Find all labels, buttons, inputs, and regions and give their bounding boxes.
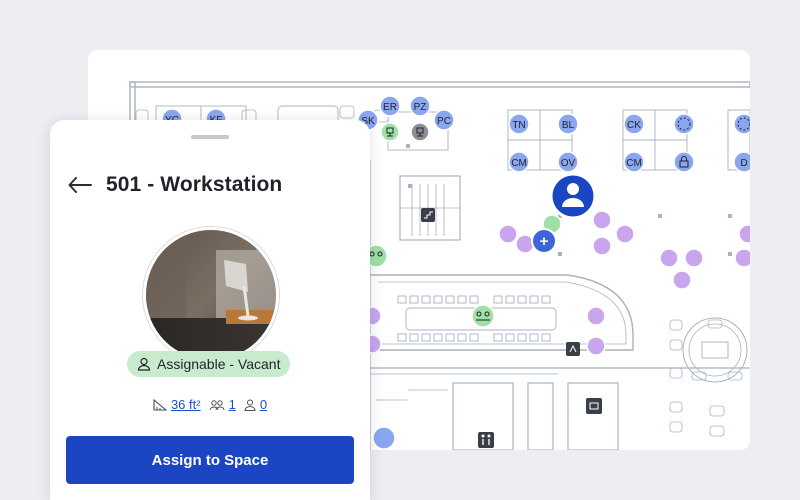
area-value[interactable]: 36 ft²	[171, 397, 201, 412]
occupants-value[interactable]: 0	[260, 397, 267, 412]
assign-to-space-button[interactable]: Assign to Space	[66, 436, 354, 484]
meeting-seat-marker[interactable]	[586, 306, 606, 326]
meeting-seat-marker[interactable]	[515, 234, 535, 254]
occupant-marker[interactable]: BL	[557, 113, 579, 135]
back-button[interactable]	[68, 172, 98, 198]
space-detail-panel: 501 - Workstation Assignable - Vacant 36…	[50, 120, 370, 500]
add-icon: +	[540, 233, 549, 250]
status-label: Assignable - Vacant	[157, 356, 281, 372]
drag-handle[interactable]	[191, 135, 229, 139]
meeting-seat-marker[interactable]	[672, 270, 692, 290]
locked-desk-marker[interactable]	[673, 151, 695, 173]
occupant-initials: D	[740, 158, 747, 169]
meeting-seat-marker[interactable]	[734, 248, 750, 268]
workstation-image	[146, 230, 276, 360]
occupant-marker[interactable]: OV	[557, 151, 579, 173]
occupant-initials: CM	[626, 158, 642, 169]
occupant-initials: BL	[562, 120, 575, 131]
meeting-seat-marker[interactable]	[592, 236, 612, 256]
occupant-initials: PC	[437, 116, 451, 127]
meeting-seat-marker[interactable]	[592, 210, 612, 230]
vacant-seat-marker[interactable]	[380, 122, 400, 142]
meeting-seat-marker[interactable]	[738, 224, 750, 244]
occupant-initials: OV	[561, 158, 576, 169]
space-photo	[143, 227, 279, 363]
occupant-marker[interactable]: CM	[508, 151, 530, 173]
arrow-left-icon	[68, 177, 92, 193]
person-icon	[244, 399, 256, 411]
occupant-initials: CM	[511, 158, 527, 169]
elevator-icon	[566, 342, 580, 356]
empty-desk-marker[interactable]	[673, 113, 695, 135]
capacity-stat: 1	[209, 397, 236, 412]
space-stats: 36 ft² 1 0	[50, 397, 370, 412]
meeting-seat-marker[interactable]	[615, 224, 635, 244]
occupant-initials: TN	[512, 120, 525, 131]
meeting-seat-marker[interactable]	[659, 248, 679, 268]
meeting-seat-marker[interactable]	[586, 336, 606, 356]
meeting-seat-marker[interactable]	[498, 224, 518, 244]
occupant-initials: CK	[627, 120, 641, 131]
meeting-room-marker[interactable]	[372, 426, 396, 450]
group-icon	[209, 399, 225, 410]
occupant-marker[interactable]: CM	[623, 151, 645, 173]
user-location-pin[interactable]	[549, 172, 597, 220]
stairs-icon	[421, 208, 435, 222]
area-icon	[153, 398, 167, 411]
occupants-stat: 0	[244, 397, 267, 412]
occupant-initials: PZ	[414, 102, 427, 113]
map-icons	[421, 208, 602, 448]
restroom-icon	[478, 432, 494, 448]
panel-header: 501 - Workstation	[68, 172, 282, 198]
occupant-marker[interactable]: PC	[433, 109, 455, 131]
printer-icon	[586, 398, 602, 414]
page-title: 501 - Workstation	[106, 173, 283, 196]
occupant-marker[interactable]: TN	[508, 113, 530, 135]
add-marker-button[interactable]: +	[531, 228, 557, 254]
occupant-marker[interactable]: CK	[623, 113, 645, 135]
capacity-value[interactable]: 1	[229, 397, 236, 412]
person-icon	[137, 357, 151, 371]
unavailable-seat-marker[interactable]	[410, 122, 430, 142]
occupant-initials: ER	[383, 102, 397, 113]
occupant-marker[interactable]: ER	[379, 95, 401, 117]
meeting-seat-marker[interactable]	[684, 248, 704, 268]
occupant-marker[interactable]: PZ	[409, 95, 431, 117]
occupant-marker[interactable]	[733, 113, 750, 135]
area-stat: 36 ft²	[153, 397, 201, 412]
occupant-marker[interactable]: D	[733, 151, 750, 173]
conference-room-marker[interactable]	[471, 304, 495, 328]
status-badge: Assignable - Vacant	[127, 351, 291, 377]
